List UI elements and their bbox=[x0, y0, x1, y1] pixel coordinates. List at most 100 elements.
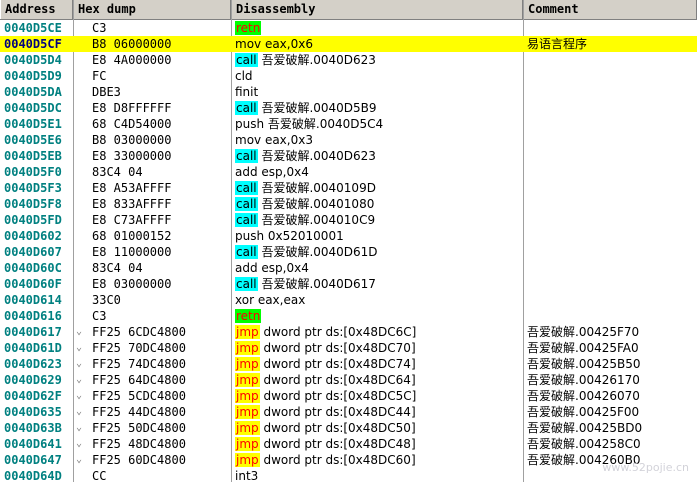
jump-arrow-icon: ⌄ bbox=[76, 374, 83, 385]
comment-cell bbox=[527, 260, 697, 276]
instruction-list: 0040D5CE C3 retn 0040D5CF B8 06000000 mov eax… bbox=[0, 20, 697, 484]
operand-text: int3 bbox=[235, 469, 259, 483]
column-header-disassembly[interactable]: Disassembly bbox=[231, 0, 523, 19]
instruction-row[interactable]: 0040D617 ⌄ FF25 6CDC4800 jmp dword ptr ds:[… bbox=[0, 324, 697, 340]
instruction-row[interactable]: 0040D629 ⌄ FF25 64DC4800 jmp dword ptr ds:[… bbox=[0, 372, 697, 388]
instruction-row[interactable]: 0040D5E6 B8 03000000 mov eax,0x3 bbox=[0, 132, 697, 148]
address-cell: 0040D5E1 bbox=[4, 117, 62, 131]
hex-dump-cell: FF25 60DC4800 bbox=[92, 453, 186, 467]
hex-dump-cell: E8 A53AFFFF bbox=[92, 181, 172, 195]
instruction-row[interactable]: 0040D614 33C0 xor eax,eax bbox=[0, 292, 697, 308]
operand-text: dword ptr ds:[0x48DC70] bbox=[259, 341, 416, 355]
operand-text: dword ptr ds:[0x48DC5C] bbox=[259, 389, 417, 403]
jmp-mnemonic: jmp bbox=[235, 373, 260, 387]
disassembly-cell: call 吾爱破解.004010C9 bbox=[235, 212, 521, 228]
hex-dump-cell: FF25 70DC4800 bbox=[92, 341, 186, 355]
comment-cell bbox=[527, 276, 697, 292]
address-cell: 0040D5D9 bbox=[4, 69, 62, 83]
disassembly-cell: retn bbox=[235, 308, 521, 324]
address-cell: 0040D5FD bbox=[4, 213, 62, 227]
disassembly-cell: jmp dword ptr ds:[0x48DC6C] bbox=[235, 324, 521, 340]
instruction-row[interactable]: 0040D5D9 FC cld bbox=[0, 68, 697, 84]
column-header-hex-dump[interactable]: Hex dump bbox=[73, 0, 231, 19]
instruction-row[interactable]: 0040D602 68 01000152 push 0x52010001 bbox=[0, 228, 697, 244]
call-mnemonic: call bbox=[235, 181, 258, 195]
hex-dump-cell: FF25 5CDC4800 bbox=[92, 389, 186, 403]
comment-cell bbox=[527, 164, 697, 180]
instruction-row[interactable]: 0040D647 ⌄ FF25 60DC4800 jmp dword ptr ds:[… bbox=[0, 452, 697, 468]
instruction-row[interactable]: 0040D616 C3 retn bbox=[0, 308, 697, 324]
instruction-row[interactable]: 0040D5FD E8 C73AFFFF call 吾爱破解.004010C9 bbox=[0, 212, 697, 228]
disassembly-cell: add esp,0x4 bbox=[235, 260, 521, 276]
comment-cell bbox=[527, 244, 697, 260]
address-cell: 0040D623 bbox=[4, 357, 62, 371]
instruction-row[interactable]: 0040D607 E8 11000000 call 吾爱破解.0040D61D bbox=[0, 244, 697, 260]
instruction-row[interactable]: 0040D60C 83C4 04 add esp,0x4 bbox=[0, 260, 697, 276]
address-cell: 0040D5F3 bbox=[4, 181, 62, 195]
address-cell: 0040D629 bbox=[4, 373, 62, 387]
comment-cell: 吾爱破解.00425B50 bbox=[527, 357, 641, 371]
comment-cell bbox=[527, 180, 697, 196]
instruction-row-selected[interactable]: 0040D5CF B8 06000000 mov eax,0x6 易语言程序 bbox=[0, 36, 697, 52]
disassembly-cell: jmp dword ptr ds:[0x48DC74] bbox=[235, 356, 521, 372]
column-header-bar: Address Hex dump Disassembly Comment bbox=[0, 0, 697, 20]
instruction-row[interactable]: 0040D60F E8 03000000 call 吾爱破解.0040D617 bbox=[0, 276, 697, 292]
hex-dump-cell: E8 833AFFFF bbox=[92, 197, 172, 211]
disassembly-cell: finit bbox=[235, 84, 521, 100]
operand-text: add esp,0x4 bbox=[235, 261, 309, 275]
instruction-row[interactable]: 0040D63B ⌄ FF25 50DC4800 jmp dword ptr ds:[… bbox=[0, 420, 697, 436]
instruction-row[interactable]: 0040D5DC E8 D8FFFFFF call 吾爱破解.0040D5B9 bbox=[0, 100, 697, 116]
operand-text: dword ptr ds:[0x48DC74] bbox=[259, 357, 416, 371]
address-cell: 0040D60F bbox=[4, 277, 62, 291]
comment-cell: 吾爱破解.00426070 bbox=[527, 389, 640, 403]
instruction-row[interactable]: 0040D5F0 83C4 04 add esp,0x4 bbox=[0, 164, 697, 180]
operand-text: cld bbox=[235, 69, 253, 83]
jmp-mnemonic: jmp bbox=[235, 325, 260, 339]
operand-text: 吾爱破解.0040D623 bbox=[257, 53, 376, 67]
hex-dump-cell: FF25 50DC4800 bbox=[92, 421, 186, 435]
comment-cell bbox=[527, 84, 697, 100]
disassembly-cell: mov eax,0x3 bbox=[235, 132, 521, 148]
instruction-row[interactable]: 0040D61D ⌄ FF25 70DC4800 jmp dword ptr ds:[… bbox=[0, 340, 697, 356]
disassembly-pane[interactable]: Address Hex dump Disassembly Comment 004… bbox=[0, 0, 697, 484]
call-mnemonic: call bbox=[235, 101, 258, 115]
comment-cell: 吾爱破解.00425F00 bbox=[527, 405, 640, 419]
hex-dump-cell: DBE3 bbox=[92, 85, 121, 99]
instruction-row[interactable]: 0040D5D4 E8 4A000000 call 吾爱破解.0040D623 bbox=[0, 52, 697, 68]
comment-cell bbox=[527, 308, 697, 324]
instruction-row[interactable]: 0040D5F8 E8 833AFFFF call 吾爱破解.00401080 bbox=[0, 196, 697, 212]
instruction-row[interactable]: 0040D62F ⌄ FF25 5CDC4800 jmp dword ptr ds:[… bbox=[0, 388, 697, 404]
disassembly-cell: add esp,0x4 bbox=[235, 164, 521, 180]
column-header-address[interactable]: Address bbox=[0, 0, 73, 19]
instruction-row[interactable]: 0040D623 ⌄ FF25 74DC4800 jmp dword ptr ds:[… bbox=[0, 356, 697, 372]
operand-text: xor eax,eax bbox=[235, 293, 306, 307]
jmp-mnemonic: jmp bbox=[235, 421, 260, 435]
comment-cell: 吾爱破解.00425BD0 bbox=[527, 421, 643, 435]
column-header-comment[interactable]: Comment bbox=[523, 0, 697, 19]
address-cell: 0040D5DA bbox=[4, 85, 62, 99]
disassembly-cell: call 吾爱破解.0040D623 bbox=[235, 52, 521, 68]
jmp-mnemonic: jmp bbox=[235, 357, 260, 371]
disassembly-cell: jmp dword ptr ds:[0x48DC50] bbox=[235, 420, 521, 436]
operand-text: push 吾爱破解.0040D5C4 bbox=[235, 117, 384, 131]
hex-dump-cell: 68 C4D54000 bbox=[92, 117, 172, 131]
call-mnemonic: call bbox=[235, 197, 258, 211]
instruction-row[interactable]: 0040D641 ⌄ FF25 48DC4800 jmp dword ptr ds:[… bbox=[0, 436, 697, 452]
instruction-row[interactable]: 0040D5EB E8 33000000 call 吾爱破解.0040D623 bbox=[0, 148, 697, 164]
hex-dump-cell: E8 C73AFFFF bbox=[92, 213, 172, 227]
disassembly-cell: call 吾爱破解.0040D61D bbox=[235, 244, 521, 260]
instruction-row[interactable]: 0040D5E1 68 C4D54000 push 吾爱破解.0040D5C4 bbox=[0, 116, 697, 132]
jmp-mnemonic: jmp bbox=[235, 453, 260, 467]
instruction-row[interactable]: 0040D5DA DBE3 finit bbox=[0, 84, 697, 100]
address-cell: 0040D5CF bbox=[4, 37, 62, 51]
instruction-row[interactable]: 0040D635 ⌄ FF25 44DC4800 jmp dword ptr ds:[… bbox=[0, 404, 697, 420]
instruction-row[interactable]: 0040D5F3 E8 A53AFFFF call 吾爱破解.0040109D bbox=[0, 180, 697, 196]
jump-arrow-icon: ⌄ bbox=[76, 454, 83, 465]
hex-dump-cell: FC bbox=[92, 69, 107, 83]
disassembly-cell: call 吾爱破解.0040D617 bbox=[235, 276, 521, 292]
hex-dump-cell: E8 4A000000 bbox=[92, 53, 172, 67]
disassembly-cell: mov eax,0x6 bbox=[235, 36, 521, 52]
hex-dump-cell: 83C4 04 bbox=[92, 261, 143, 275]
instruction-row[interactable]: 0040D5CE C3 retn bbox=[0, 20, 697, 36]
hex-dump-cell: E8 03000000 bbox=[92, 277, 172, 291]
